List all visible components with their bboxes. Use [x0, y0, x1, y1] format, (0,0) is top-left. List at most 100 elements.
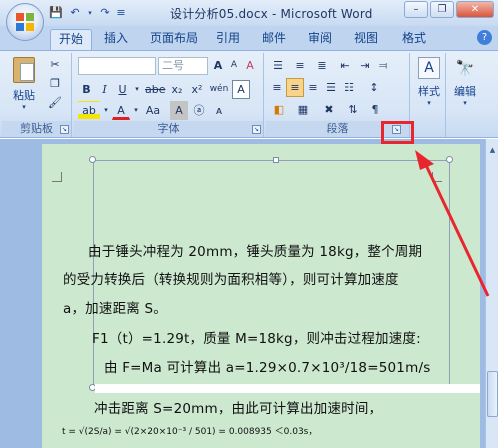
window-title: 设计分析05.docx - Microsoft Word	[170, 7, 373, 21]
copy-icon[interactable]: ❐	[46, 74, 64, 93]
character-border-button[interactable]: A	[232, 80, 250, 99]
undo-icon[interactable]: ↶	[67, 5, 83, 21]
document-line: 冲击距离 S=20mm，由此可计算出加速时间，	[94, 401, 383, 417]
font-color-button[interactable]: A	[112, 101, 130, 120]
chinese-layout-icon[interactable]: ⫤	[376, 56, 390, 75]
resize-handle[interactable]	[273, 157, 279, 163]
shading-icon[interactable]: ◧	[268, 100, 290, 119]
styles-icon: A	[418, 57, 440, 79]
superscript-button[interactable]: x²	[188, 80, 206, 99]
format-painter-icon[interactable]: 🖌	[46, 93, 64, 112]
restore-icon[interactable]: ❐	[430, 1, 454, 18]
italic-button[interactable]: I	[96, 80, 113, 99]
underline-dropdown-icon[interactable]: ▾	[132, 80, 142, 99]
office-logo-icon	[16, 13, 34, 31]
decrease-indent-icon[interactable]: ⇤	[336, 56, 354, 75]
vertical-scrollbar[interactable]: ▲	[485, 139, 498, 448]
help-icon[interactable]: ?	[477, 30, 492, 45]
save-icon[interactable]: 💾	[48, 5, 64, 21]
align-left-icon[interactable]: ≡	[268, 78, 286, 97]
clipboard-group: 粘贴 ▾ ✂ ❐ 🖌 剪贴板 ↘	[2, 53, 72, 137]
tab-insert[interactable]: 插入	[104, 29, 128, 50]
grow-font-icon[interactable]: A	[210, 56, 226, 75]
tab-format[interactable]: 格式	[402, 29, 426, 50]
clear-format-icon[interactable]: A	[242, 56, 258, 75]
font-group-label: 字体	[74, 121, 263, 137]
office-button[interactable]	[6, 3, 44, 41]
line-spacing-icon[interactable]: ↕	[362, 78, 386, 97]
find-icon: 🔭	[455, 59, 475, 77]
borders-icon[interactable]: ▦	[292, 100, 314, 119]
styles-group: A 样式 ▾	[412, 53, 446, 137]
highlight-box	[381, 121, 414, 144]
document-line: 的受力转换后（转换规则为面积相等），则可计算加速度	[63, 272, 399, 288]
underline-button[interactable]: U	[114, 80, 131, 99]
document-line: 由于锤头冲程为 20mm，锤头质量为 18kg，整个周期	[88, 244, 423, 260]
tab-mailings[interactable]: 邮件	[262, 29, 286, 50]
resize-handle[interactable]	[89, 156, 96, 163]
formula: t = √(2S/a) = √(2×20×10⁻³ / 501) = 0.008…	[62, 427, 318, 437]
close-icon[interactable]: ✕	[456, 1, 494, 18]
dropdown-icon[interactable]: ▾	[86, 5, 94, 21]
styles-label: 样式	[418, 85, 440, 98]
styles-dropdown-icon: ▾	[427, 99, 431, 107]
multilevel-list-icon[interactable]: ≣	[312, 56, 332, 75]
font-name-box[interactable]	[78, 57, 156, 75]
tab-page-layout[interactable]: 页面布局	[150, 29, 198, 50]
font-launcher-icon[interactable]: ↘	[252, 125, 261, 134]
numbering-icon[interactable]: ≡	[290, 56, 310, 75]
font-group: 二号 A A A B I U ▾ abe x₂ x² wén A ab ▾ A …	[74, 53, 264, 137]
font-color-dropdown-icon[interactable]: ▾	[132, 101, 140, 120]
tab-review[interactable]: 审阅	[308, 29, 332, 50]
minimize-icon[interactable]: –	[404, 1, 428, 18]
bold-button[interactable]: B	[78, 80, 95, 99]
styles-button[interactable]: A 样式 ▾	[414, 57, 444, 107]
tab-view[interactable]: 视图	[354, 29, 378, 50]
change-case-button[interactable]: Aa	[142, 101, 164, 120]
subscript-button[interactable]: x₂	[168, 80, 186, 99]
title-bar: 💾 ↶ ▾ ↷ ≡ 设计分析05.docx - Microsoft Word –…	[0, 0, 498, 26]
scroll-thumb[interactable]	[487, 371, 498, 417]
show-marks-icon[interactable]: ¶	[366, 100, 384, 119]
document-line: a，加速距离 S。	[63, 301, 167, 317]
editing-button[interactable]: 🔭 编辑 ▾	[450, 57, 480, 107]
align-right-icon[interactable]: ≡	[304, 78, 322, 97]
character-scale-icon[interactable]: ᴀ	[210, 101, 228, 120]
paste-icon	[13, 57, 35, 83]
document-line: F1（t）=1.29t，质量 M=18kg，则冲击过程加速度:	[92, 331, 421, 347]
align-center-icon[interactable]: ≡	[286, 78, 304, 97]
scroll-up-icon[interactable]: ▲	[487, 145, 498, 156]
sort-az-icon[interactable]: ⇅	[342, 100, 364, 119]
crop-mark	[52, 172, 62, 182]
resize-handle[interactable]	[446, 156, 453, 163]
paste-dropdown-icon: ▾	[22, 103, 26, 111]
strikethrough-button[interactable]: abe	[144, 80, 166, 99]
increase-indent-icon[interactable]: ⇥	[356, 56, 374, 75]
character-shading-button[interactable]: A	[170, 101, 188, 120]
highlight-dropdown-icon[interactable]: ▾	[102, 101, 110, 120]
clipboard-launcher-icon[interactable]: ↘	[60, 125, 69, 134]
cut-icon[interactable]: ✂	[46, 55, 64, 74]
tab-references[interactable]: 引用	[216, 29, 240, 50]
justify-icon[interactable]: ☰	[322, 78, 340, 97]
font-size-box[interactable]: 二号	[158, 57, 208, 75]
paste-button[interactable]: 粘贴 ▾	[8, 57, 40, 113]
text-box-edge	[95, 384, 480, 393]
ribbon-tabs: 开始 插入 页面布局 引用 邮件 审阅 视图 格式 ?	[0, 26, 498, 50]
document-line: 由 F=Ma 可计算出 a=1.29×0.7×10³/18=501m/s	[104, 360, 431, 376]
enclose-characters-icon[interactable]: ⓐ	[190, 101, 208, 120]
redo-icon[interactable]: ↷	[97, 5, 113, 21]
phonetic-guide-button[interactable]: wén	[208, 80, 230, 99]
bullets-icon[interactable]: ☰	[268, 56, 288, 75]
sort-icon[interactable]: ✖	[318, 100, 340, 119]
highlight-button[interactable]: ab	[78, 101, 100, 120]
customize-icon[interactable]: ≡	[116, 5, 126, 21]
window-controls: – ❐ ✕	[404, 1, 494, 18]
editing-label: 编辑	[454, 85, 476, 98]
ribbon: 粘贴 ▾ ✂ ❐ 🖌 剪贴板 ↘ 二号 A A A B I U ▾ abe x₂…	[0, 50, 498, 138]
editing-group: 🔭 编辑 ▾	[448, 53, 482, 137]
paste-label: 粘贴	[13, 89, 35, 102]
shrink-font-icon[interactable]: A	[226, 56, 242, 75]
tab-home[interactable]: 开始	[50, 29, 92, 50]
distributed-icon[interactable]: ☷	[340, 78, 358, 97]
